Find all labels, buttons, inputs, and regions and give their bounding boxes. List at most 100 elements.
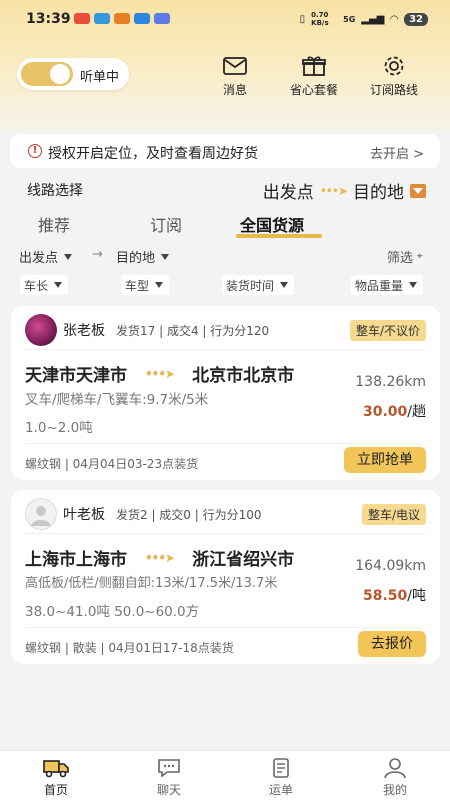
chip-type[interactable]: 车型 bbox=[121, 275, 170, 295]
avatar bbox=[25, 498, 57, 530]
price-value: 30.00 bbox=[362, 404, 408, 420]
filter-to[interactable]: 目的地 bbox=[116, 247, 170, 266]
price: 30.00/趟 bbox=[363, 401, 426, 421]
divider bbox=[25, 533, 426, 534]
avatar bbox=[25, 314, 57, 346]
cargo-card[interactable]: 叶老板 发货2 | 成交0 | 行为分100 整车/电议 上海市上海市 •••➤… bbox=[11, 490, 440, 664]
cargo-card[interactable]: 张老板 发货17 | 成交4 | 行为分120 整车/不议价 天津市天津市 ••… bbox=[11, 306, 440, 480]
messages-button[interactable]: 消息 bbox=[213, 55, 257, 98]
banner-text: 授权开启定位，及时查看周边好货 bbox=[48, 146, 258, 162]
app-icon bbox=[154, 13, 170, 24]
signal-label: 5G bbox=[343, 14, 356, 24]
nav-waybill[interactable]: 运单 bbox=[251, 757, 311, 798]
route-select-label: 线路选择 bbox=[27, 183, 83, 199]
subscribe-route-button[interactable]: 订阅路线 bbox=[364, 55, 424, 98]
filter-from[interactable]: 出发点 bbox=[19, 247, 73, 266]
arrow-right-icon: → bbox=[92, 247, 103, 262]
chevron-down-icon bbox=[54, 282, 63, 288]
enable-location-link[interactable]: 去开启 > bbox=[370, 143, 424, 162]
route-selector[interactable]: 出发点 •••➤ 目的地 bbox=[263, 178, 426, 203]
wifi-icon: ◠ bbox=[390, 13, 399, 25]
person-icon bbox=[31, 506, 51, 526]
tab-national[interactable]: 全国货源 bbox=[240, 212, 304, 236]
status-right: ▯ 0.70 KB/s 5G ▂▄▆ ◠ 32 bbox=[300, 11, 428, 27]
card-footer: 螺纹钢 | 04月04日03-23点装货 bbox=[25, 457, 199, 471]
price-unit: /趟 bbox=[407, 404, 426, 420]
grab-order-button[interactable]: 立即抢单 bbox=[344, 447, 426, 473]
nav-chat[interactable]: 聊天 bbox=[139, 757, 199, 798]
tab-recommend[interactable]: 推荐 bbox=[38, 212, 70, 236]
nav-home[interactable]: 首页 bbox=[26, 757, 86, 798]
shipper-stats: 发货17 | 成交4 | 行为分120 bbox=[116, 324, 270, 338]
quote-button[interactable]: 去报价 bbox=[358, 631, 426, 657]
bottom-nav: 首页 聊天 运单 我的 bbox=[0, 750, 450, 800]
tab-subscribe[interactable]: 订阅 bbox=[150, 212, 182, 236]
price-unit: /吨 bbox=[407, 588, 426, 604]
nav-mine-label: 我的 bbox=[382, 783, 407, 797]
price: 58.50/吨 bbox=[363, 585, 426, 605]
package-label: 省心套餐 bbox=[289, 83, 338, 97]
divider bbox=[25, 349, 426, 350]
battery-indicator: 32 bbox=[404, 12, 428, 26]
toggle-track bbox=[21, 62, 73, 86]
truck-icon bbox=[43, 760, 69, 778]
nav-chat-label: 聊天 bbox=[156, 783, 181, 797]
divider bbox=[25, 627, 426, 628]
chip-type-label: 车型 bbox=[125, 278, 150, 293]
warning-icon: ! bbox=[28, 144, 42, 158]
weight: 1.0~2.0吨 bbox=[25, 420, 93, 436]
telegram-icon bbox=[94, 13, 110, 24]
destination-city: 北京市北京市 bbox=[192, 366, 295, 386]
dropdown-icon bbox=[410, 183, 426, 198]
weight: 38.0~41.0吨 50.0~60.0方 bbox=[25, 604, 200, 620]
destination-city: 浙江省绍兴市 bbox=[192, 550, 295, 570]
vehicle-requirement: 叉车/爬梯车/飞翼车:9.7米/5米 bbox=[25, 392, 209, 408]
chip-load-time-label: 装货时间 bbox=[226, 278, 275, 293]
package-button[interactable]: 省心套餐 bbox=[284, 55, 344, 98]
distance: 164.09km bbox=[355, 558, 426, 574]
status-badge: 整车/不议价 bbox=[349, 320, 426, 341]
status-bar: 13:39 ▯ 0.70 KB/s 5G ▂▄▆ ◠ 32 bbox=[0, 8, 450, 32]
route-arrow-icon: •••➤ bbox=[145, 550, 175, 565]
chevron-down-icon bbox=[64, 253, 73, 260]
network-speed: 0.70 KB/s bbox=[311, 11, 329, 27]
shipper-name: 叶老板 bbox=[63, 507, 105, 523]
gift-icon bbox=[302, 56, 326, 76]
vehicle-requirement: 高低板/低栏/侧翻自卸:13米/17.5米/13.7米 bbox=[25, 576, 278, 591]
toggle-label: 听单中 bbox=[80, 70, 120, 85]
price-value: 58.50 bbox=[362, 588, 408, 604]
route-arrow-icon: •••➤ bbox=[319, 183, 348, 198]
document-icon bbox=[273, 758, 289, 778]
chip-weight[interactable]: 物品重量 bbox=[351, 275, 424, 295]
chip-length-label: 车长 bbox=[24, 278, 49, 293]
toggle-knob bbox=[50, 64, 70, 84]
person-icon bbox=[384, 758, 406, 779]
chevron-down-icon bbox=[161, 253, 170, 260]
status-time: 13:39 bbox=[26, 11, 71, 27]
origin-city: 上海市上海市 bbox=[25, 550, 127, 570]
chevron-down-icon bbox=[155, 282, 164, 288]
vibrate-icon: ▯ bbox=[299, 13, 306, 25]
nav-waybill-label: 运单 bbox=[268, 783, 293, 797]
chevron-down-icon bbox=[409, 282, 418, 288]
mail-icon bbox=[223, 57, 247, 75]
origin-city: 天津市天津市 bbox=[25, 366, 127, 386]
gear-icon bbox=[384, 56, 404, 76]
nav-home-label: 首页 bbox=[43, 783, 68, 797]
listen-toggle[interactable]: 听单中 bbox=[17, 58, 129, 90]
filter-label: 筛选 bbox=[387, 251, 414, 266]
subscribe-route-label: 订阅路线 bbox=[369, 83, 418, 97]
nav-mine[interactable]: 我的 bbox=[365, 757, 425, 798]
filter-from-label: 出发点 bbox=[19, 251, 59, 266]
card-footer: 螺纹钢 | 散装 | 04月01日17-18点装货 bbox=[25, 641, 234, 655]
route: 上海市上海市 •••➤ 浙江省绍兴市 bbox=[25, 545, 294, 570]
chip-length[interactable]: 车长 bbox=[20, 275, 69, 295]
app-icon bbox=[114, 13, 130, 24]
chip-load-time[interactable]: 装货时间 bbox=[222, 275, 295, 295]
location-banner: ! 授权开启定位，及时查看周边好货 去开启 > bbox=[10, 134, 440, 168]
route-arrow-icon: •••➤ bbox=[145, 366, 175, 381]
filter-pin-icon: ⌖ bbox=[417, 251, 423, 262]
shipper-stats: 发货2 | 成交0 | 行为分100 bbox=[116, 508, 262, 522]
filter-button[interactable]: 筛选 ⌖ bbox=[387, 247, 423, 266]
divider bbox=[25, 443, 426, 444]
